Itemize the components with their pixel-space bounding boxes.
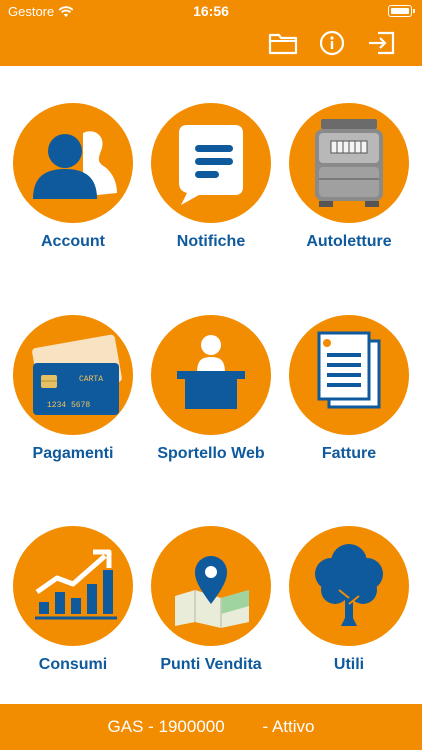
tile-label: Autoletture xyxy=(306,233,392,250)
card-text: CARTA xyxy=(79,375,103,384)
tile-sportello-web[interactable]: Sportello Web xyxy=(141,315,281,463)
menu-grid: Account Notifiche Autoletture CARTA 1234… xyxy=(0,66,422,704)
tile-label: Account xyxy=(41,233,105,250)
card-number: 1234 5678 xyxy=(47,401,90,410)
info-icon[interactable] xyxy=(317,30,347,56)
tile-label: Consumi xyxy=(38,656,108,673)
top-bar: Gestore 16:56 xyxy=(0,0,422,66)
tile-label: Punti Vendita xyxy=(160,656,262,673)
logout-icon[interactable] xyxy=(366,30,396,56)
credit-card-icon: CARTA 1234 5678 xyxy=(13,315,133,435)
tile-label: Utili xyxy=(333,656,365,673)
consumption-chart-icon xyxy=(13,526,133,646)
web-desk-icon xyxy=(151,315,271,435)
gas-meter-icon xyxy=(289,103,409,223)
tile-label: Fatture xyxy=(321,445,377,462)
clock: 16:56 xyxy=(193,3,229,19)
tile-label: Pagamenti xyxy=(32,445,114,462)
tile-label: Sportello Web xyxy=(157,445,265,462)
account-icon xyxy=(13,103,133,223)
battery-icon xyxy=(388,5,415,17)
tile-notifiche[interactable]: Notifiche xyxy=(141,103,281,251)
tile-utili[interactable]: Utili xyxy=(279,526,419,674)
contract-status-text: GAS - 1900000 - Attivo xyxy=(107,717,315,736)
tile-pagamenti[interactable]: CARTA 1234 5678 Pagamenti xyxy=(3,315,143,463)
map-pin-icon xyxy=(151,526,271,646)
tile-autoletture[interactable]: Autoletture xyxy=(279,103,419,251)
tile-account[interactable]: Account xyxy=(3,103,143,251)
status-bar: Gestore 16:56 xyxy=(0,0,422,22)
tile-consumi[interactable]: Consumi xyxy=(3,526,143,674)
invoices-icon xyxy=(289,315,409,435)
contract-status-footer[interactable]: GAS - 1900000 - Attivo xyxy=(0,704,422,750)
tile-fatture[interactable]: Fatture xyxy=(279,315,419,463)
tile-label: Notifiche xyxy=(176,233,246,250)
folder-icon[interactable] xyxy=(268,30,298,56)
tree-icon xyxy=(289,526,409,646)
notifications-icon xyxy=(151,103,271,223)
tile-punti-vendita[interactable]: Punti Vendita xyxy=(141,526,281,674)
